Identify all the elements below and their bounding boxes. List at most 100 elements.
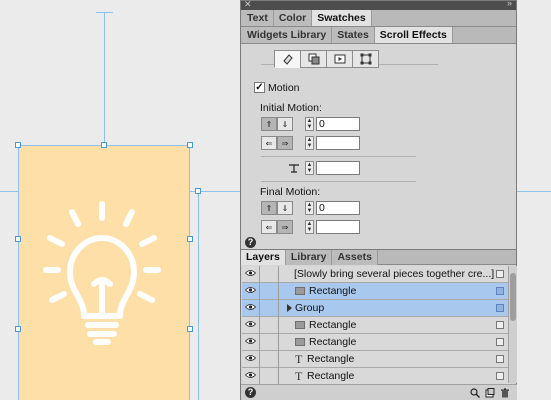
tab-widgets-library[interactable]: Widgets Library <box>242 27 333 43</box>
transform-effect-tab[interactable] <box>352 50 379 68</box>
guide-cap <box>96 12 113 13</box>
selection-box[interactable] <box>496 304 504 312</box>
trash-icon[interactable] <box>500 388 510 398</box>
eraser-icon <box>282 54 293 65</box>
transform-icon <box>360 53 371 65</box>
motion-down-button[interactable]: ⇓ <box>277 201 293 215</box>
expand-arrow-icon[interactable] <box>287 304 292 312</box>
eye-icon[interactable] <box>245 354 256 362</box>
lightbulb-icon <box>43 201 161 345</box>
lock-column <box>278 283 279 300</box>
lock-column <box>259 300 260 317</box>
lock-column <box>278 368 279 385</box>
lock-column <box>278 317 279 334</box>
final-horizontal-stepper[interactable]: ▲ ▼ <box>305 220 314 234</box>
tab-states[interactable]: States <box>332 27 375 43</box>
final-motion-heading: Final Motion: <box>260 186 321 198</box>
layer-row[interactable]: Group <box>242 300 508 317</box>
motion-checkbox[interactable]: ✓ <box>254 82 265 93</box>
tab-assets[interactable]: Assets <box>332 250 378 265</box>
initial-vertical-input[interactable]: 0 <box>316 117 360 131</box>
selection-box[interactable] <box>496 355 504 363</box>
final-horizontal-input[interactable] <box>316 220 360 234</box>
initial-vertical-stepper[interactable]: ▲ ▼ <box>305 117 314 131</box>
effect-type-tabs <box>274 50 379 68</box>
help-icon[interactable]: ? <box>245 387 256 398</box>
resize-handle[interactable] <box>187 236 193 242</box>
layer-name: Rectangle <box>307 353 355 365</box>
tab-text[interactable]: Text <box>242 10 274 26</box>
motion-right-button[interactable]: ⇒ <box>277 136 293 150</box>
tab-color[interactable]: Color <box>273 10 313 26</box>
layer-row[interactable]: Rectangle <box>242 283 508 300</box>
motion-label: Motion <box>268 82 300 94</box>
resize-handle[interactable] <box>101 142 107 148</box>
final-vertical-input[interactable]: 0 <box>316 201 360 215</box>
tab-swatches[interactable]: Swatches <box>312 10 372 26</box>
layer-name: Rectangle <box>309 336 357 348</box>
resize-handle[interactable] <box>15 236 21 242</box>
new-layer-icon[interactable] <box>485 388 495 398</box>
layers-scrollbar[interactable] <box>508 266 517 383</box>
close-icon[interactable]: ✕ <box>244 0 252 10</box>
eye-icon[interactable] <box>245 320 256 328</box>
resize-handle[interactable] <box>15 142 21 148</box>
layers-panel-tabs: Layers Library Assets <box>241 250 516 265</box>
search-icon[interactable] <box>470 388 480 398</box>
lock-column <box>259 351 260 368</box>
tab-library[interactable]: Library <box>285 250 333 265</box>
key-position-icon <box>289 164 299 173</box>
lock-column <box>259 368 260 385</box>
layer-name: Group <box>295 302 325 314</box>
eye-icon[interactable] <box>245 337 256 345</box>
motion-down-button[interactable]: ⇓ <box>277 117 293 131</box>
eye-icon[interactable] <box>245 371 256 379</box>
layer-row[interactable]: [Slowly bring several pieces together cr… <box>242 266 508 283</box>
eye-icon[interactable] <box>245 269 256 277</box>
fill-effect-tab[interactable] <box>274 50 301 68</box>
resize-handle[interactable] <box>187 142 193 148</box>
key-position-input[interactable] <box>316 161 360 175</box>
selection-box[interactable] <box>496 287 504 295</box>
resize-handle[interactable] <box>195 188 201 194</box>
vertical-guide-2 <box>198 191 199 400</box>
eye-icon[interactable] <box>245 286 256 294</box>
tab-layers[interactable]: Layers <box>241 250 286 265</box>
tab-scroll-effects[interactable]: Scroll Effects <box>374 27 453 43</box>
layer-row[interactable]: T Rectangle <box>242 351 508 368</box>
selection-box[interactable] <box>496 321 504 329</box>
key-position-stepper[interactable]: ▲ ▼ <box>305 161 314 175</box>
layer-row[interactable]: Rectangle <box>242 334 508 351</box>
help-icon[interactable]: ? <box>245 237 256 248</box>
resize-handle[interactable] <box>187 326 193 332</box>
eye-icon[interactable] <box>245 303 256 311</box>
lock-column <box>259 283 260 300</box>
collapse-icon[interactable]: » <box>507 0 512 8</box>
rectangle-icon <box>295 338 305 346</box>
selection-box[interactable] <box>496 338 504 346</box>
scroll-effects-panel: ✕ » Text Color Swatches Widgets Library … <box>240 0 517 250</box>
motion-left-button[interactable]: ⇐ <box>261 136 277 150</box>
video-effect-tab[interactable] <box>326 50 353 68</box>
panel-subtabs: Widgets Library States Scroll Effects <box>241 27 516 44</box>
initial-motion-heading: Initial Motion: <box>260 102 322 114</box>
lock-column <box>278 334 279 351</box>
scrollbar-thumb[interactable] <box>510 273 516 321</box>
initial-vertical-direction: ⇑ ⇓ <box>261 117 293 131</box>
motion-up-button[interactable]: ⇑ <box>261 117 277 131</box>
motion-right-button[interactable]: ⇒ <box>277 220 293 234</box>
selection-box[interactable] <box>496 270 504 278</box>
resize-handle[interactable] <box>15 326 21 332</box>
text-icon: T <box>295 352 303 366</box>
motion-left-button[interactable]: ⇐ <box>261 220 277 234</box>
lock-column <box>259 266 260 283</box>
layers-panel: Layers Library Assets [Slowly bring seve… <box>240 250 517 400</box>
selection-box[interactable] <box>496 372 504 380</box>
slideshow-effect-tab[interactable] <box>300 50 327 68</box>
layer-row[interactable]: T Rectangle <box>242 368 508 385</box>
initial-horizontal-input[interactable] <box>316 136 360 150</box>
layer-row[interactable]: Rectangle <box>242 317 508 334</box>
motion-up-button[interactable]: ⇑ <box>261 201 277 215</box>
initial-horizontal-stepper[interactable]: ▲ ▼ <box>305 136 314 150</box>
final-vertical-stepper[interactable]: ▲ ▼ <box>305 201 314 215</box>
